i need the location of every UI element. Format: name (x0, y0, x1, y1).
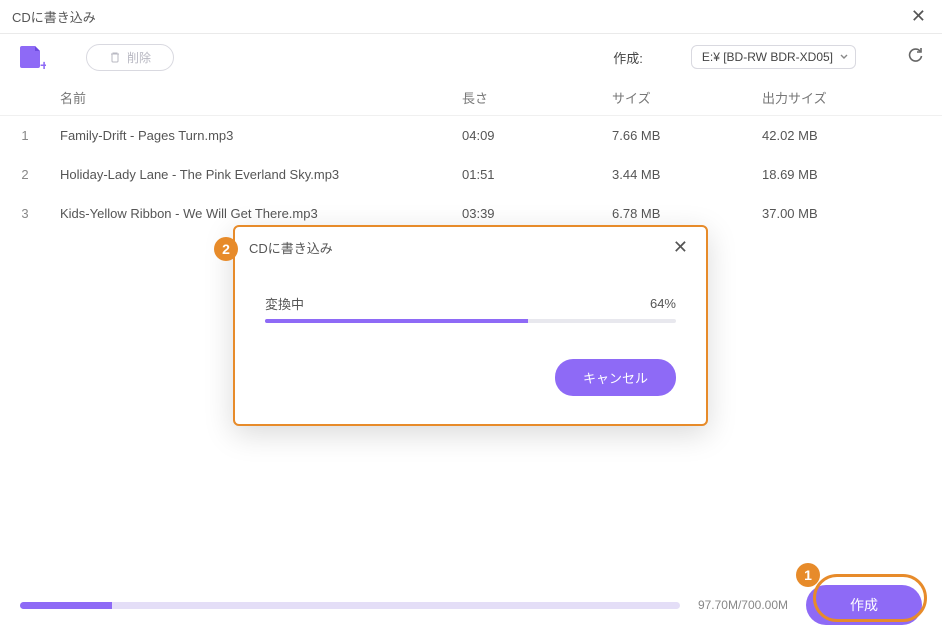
dialog-titlebar: CDに書き込み ✕ (235, 227, 706, 268)
progress-bar-fill (265, 319, 528, 323)
col-output-header: 出力サイズ (762, 88, 942, 107)
refresh-icon[interactable] (906, 46, 924, 69)
table-header: 名前 長さ サイズ 出力サイズ (0, 80, 942, 116)
col-size-header: サイズ (612, 88, 762, 107)
capacity-bar (20, 602, 680, 609)
close-icon[interactable]: ✕ (907, 6, 930, 27)
table-row[interactable]: 2 Holiday-Lady Lane - The Pink Everland … (0, 155, 942, 194)
drive-value: E:¥ [BD-RW BDR-XD05] (702, 50, 833, 64)
trash-icon (109, 51, 121, 63)
titlebar: CDに書き込み ✕ (0, 0, 942, 34)
table-row[interactable]: 1 Family-Drift - Pages Turn.mp3 04:09 7.… (0, 116, 942, 155)
capacity-text: 97.70M/700.00M (698, 598, 788, 612)
annotation-badge-1: 1 (796, 563, 820, 587)
delete-label: 削除 (127, 49, 151, 66)
dialog-close-icon[interactable]: ✕ (669, 237, 692, 258)
create-label: 作成: (613, 48, 643, 67)
progress-percent: 64% (650, 296, 676, 311)
dialog-body: 変換中 64% キャンセル (235, 268, 706, 424)
chevron-down-icon (839, 52, 849, 62)
col-length-header: 長さ (462, 88, 612, 107)
progress-dialog: CDに書き込み ✕ 変換中 64% キャンセル (233, 225, 708, 426)
progress-status-label: 変換中 (265, 294, 650, 313)
progress-row: 変換中 64% (265, 294, 676, 313)
capacity-bar-fill (20, 602, 112, 609)
cancel-button[interactable]: キャンセル (555, 359, 676, 396)
toolbar: + 削除 作成: E:¥ [BD-RW BDR-XD05] (0, 34, 942, 80)
progress-bar (265, 319, 676, 323)
add-file-icon[interactable]: + (18, 44, 46, 70)
window-title: CDに書き込み (12, 7, 907, 26)
svg-text:+: + (40, 57, 46, 70)
create-button[interactable]: 作成 (806, 585, 922, 625)
col-name-header: 名前 (50, 88, 462, 107)
annotation-badge-2: 2 (214, 237, 238, 261)
drive-select[interactable]: E:¥ [BD-RW BDR-XD05] (691, 45, 856, 69)
dialog-title: CDに書き込み (249, 238, 669, 257)
delete-button[interactable]: 削除 (86, 44, 174, 71)
